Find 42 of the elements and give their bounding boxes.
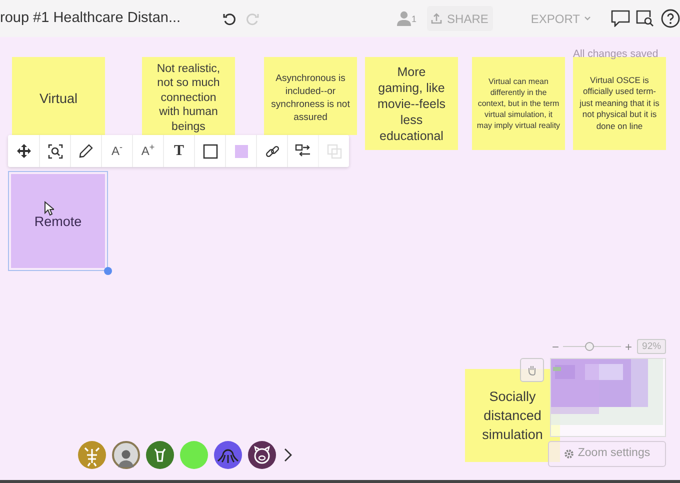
cursor-icon [44, 201, 54, 216]
note-text: Remote [34, 212, 82, 230]
sticky-note[interactable]: More gaming, like movie--feels less educational [365, 57, 458, 150]
note-text: Asynchronous is included--or synchroness is not assured [270, 72, 351, 124]
note-text: Virtual can mean differently in the context, but in the term virtual simulation, it may imply virtual reality [476, 76, 561, 131]
person-avatar[interactable] [112, 441, 140, 469]
zoom-level: 92% [637, 339, 666, 354]
redo-icon [244, 12, 259, 26]
comment-icon[interactable] [611, 10, 630, 27]
swap-icon [295, 144, 311, 158]
note-text: Virtual [39, 90, 78, 106]
toolbar-button[interactable]: A$^{-}$ [101, 135, 132, 167]
hand-icon [526, 364, 538, 376]
note-text: More gaming, like movie--feels less educational [376, 64, 447, 144]
upload-icon [431, 13, 442, 24]
pencil-icon [79, 144, 93, 158]
sticky-note[interactable]: Asynchronous is included--or synchroness is not assured [264, 57, 357, 135]
help-icon[interactable] [661, 9, 680, 28]
undo-icon[interactable] [222, 12, 237, 26]
toolbar-button[interactable]: T [163, 135, 194, 167]
gear-icon [564, 449, 574, 459]
search-icon[interactable] [636, 10, 654, 27]
board-title[interactable]: roup #1 Healthcare Distan... [0, 8, 181, 30]
layers-icon [326, 144, 342, 158]
chevron-right-icon[interactable] [284, 448, 292, 462]
note-text: Socially distanced simulation [481, 388, 544, 444]
note-text: Not realistic, not so much connection with human beings [156, 62, 222, 134]
sticky-note[interactable]: Remote [11, 174, 105, 268]
toolbar-button[interactable]: A$^{+}$ [132, 135, 163, 167]
octopus-icon[interactable] [214, 441, 242, 469]
square-icon [202, 144, 218, 158]
sticky-note[interactable]: Virtual can mean differently in the context, but in the term virtual simulation, it may imply virtual reality [472, 57, 565, 150]
note-text: Virtual OSCE is officially used term-just meaning that it is not physical but it is done on line [578, 74, 660, 132]
focus-icon [48, 144, 62, 158]
link-icon [264, 144, 280, 158]
collaborator-count: 1 [412, 12, 417, 26]
sticky-note[interactable]: Virtual [12, 57, 105, 135]
resize-handle[interactable] [104, 267, 112, 275]
sticky-note[interactable]: Not realistic, not so much connection with human beings [142, 57, 235, 135]
pig-icon[interactable] [248, 441, 276, 469]
caret-icon [584, 16, 591, 21]
move-icon [16, 144, 30, 158]
